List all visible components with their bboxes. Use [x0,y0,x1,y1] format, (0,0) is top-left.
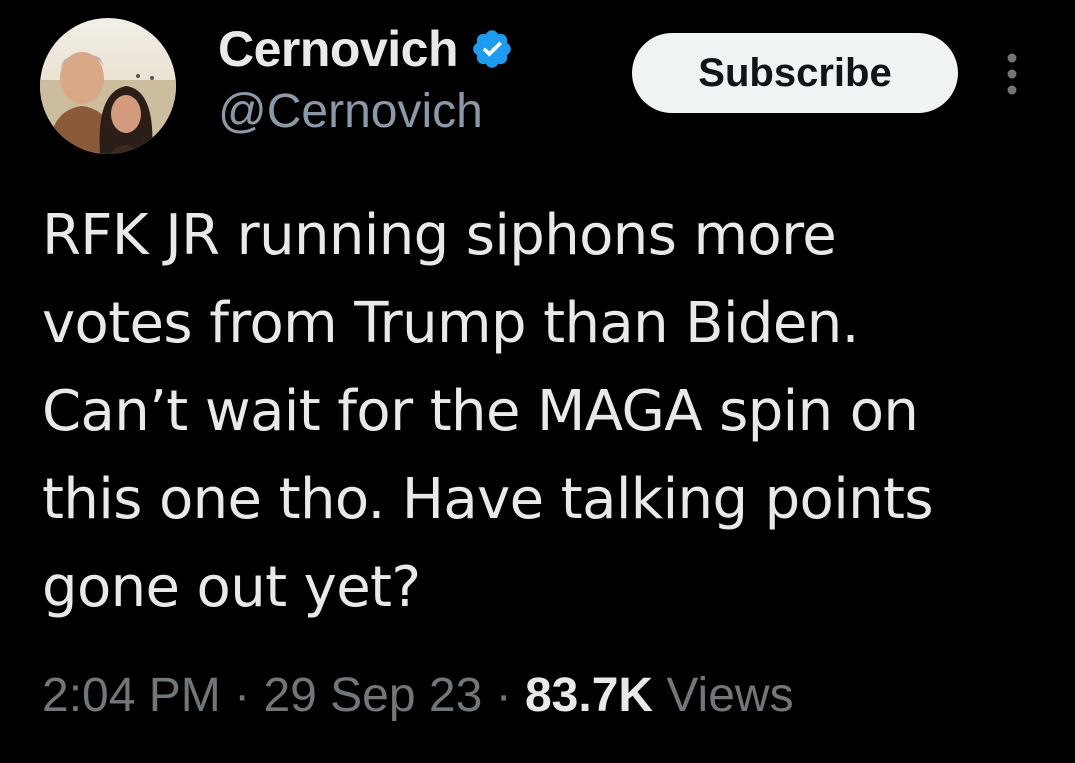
meta-separator: · [495,669,512,722]
tweet-meta: 2:04 PM · 29 Sep 23 · 83.7K Views [42,668,794,723]
verified-badge-icon[interactable] [470,27,514,71]
author-name-row: Cernovich [218,18,514,80]
author-display-name[interactable]: Cernovich [218,20,459,78]
avatar[interactable] [40,18,176,154]
subscribe-button[interactable]: Subscribe [632,33,958,113]
tweet-line: gone out yet? [42,555,421,620]
views-label[interactable]: Views [666,669,793,722]
views-count[interactable]: 83.7K [525,669,653,722]
meta-separator: · [234,669,251,722]
author-handle[interactable]: @Cernovich [218,84,483,139]
more-vertical-icon[interactable] [998,50,1026,98]
tweet-line: this one tho. Have talking points [42,467,934,532]
tweet-line: Can’t wait for the MAGA spin on [42,379,919,444]
tweet-line: RFK JR running siphons more [42,203,837,268]
tweet-text: RFK JR running siphons more votes from T… [42,192,1052,632]
tweet-time[interactable]: 2:04 PM [42,669,221,722]
tweet-date[interactable]: 29 Sep 23 [263,669,482,722]
avatar-image [40,18,176,154]
tweet-line: votes from Trump than Biden. [42,291,859,356]
